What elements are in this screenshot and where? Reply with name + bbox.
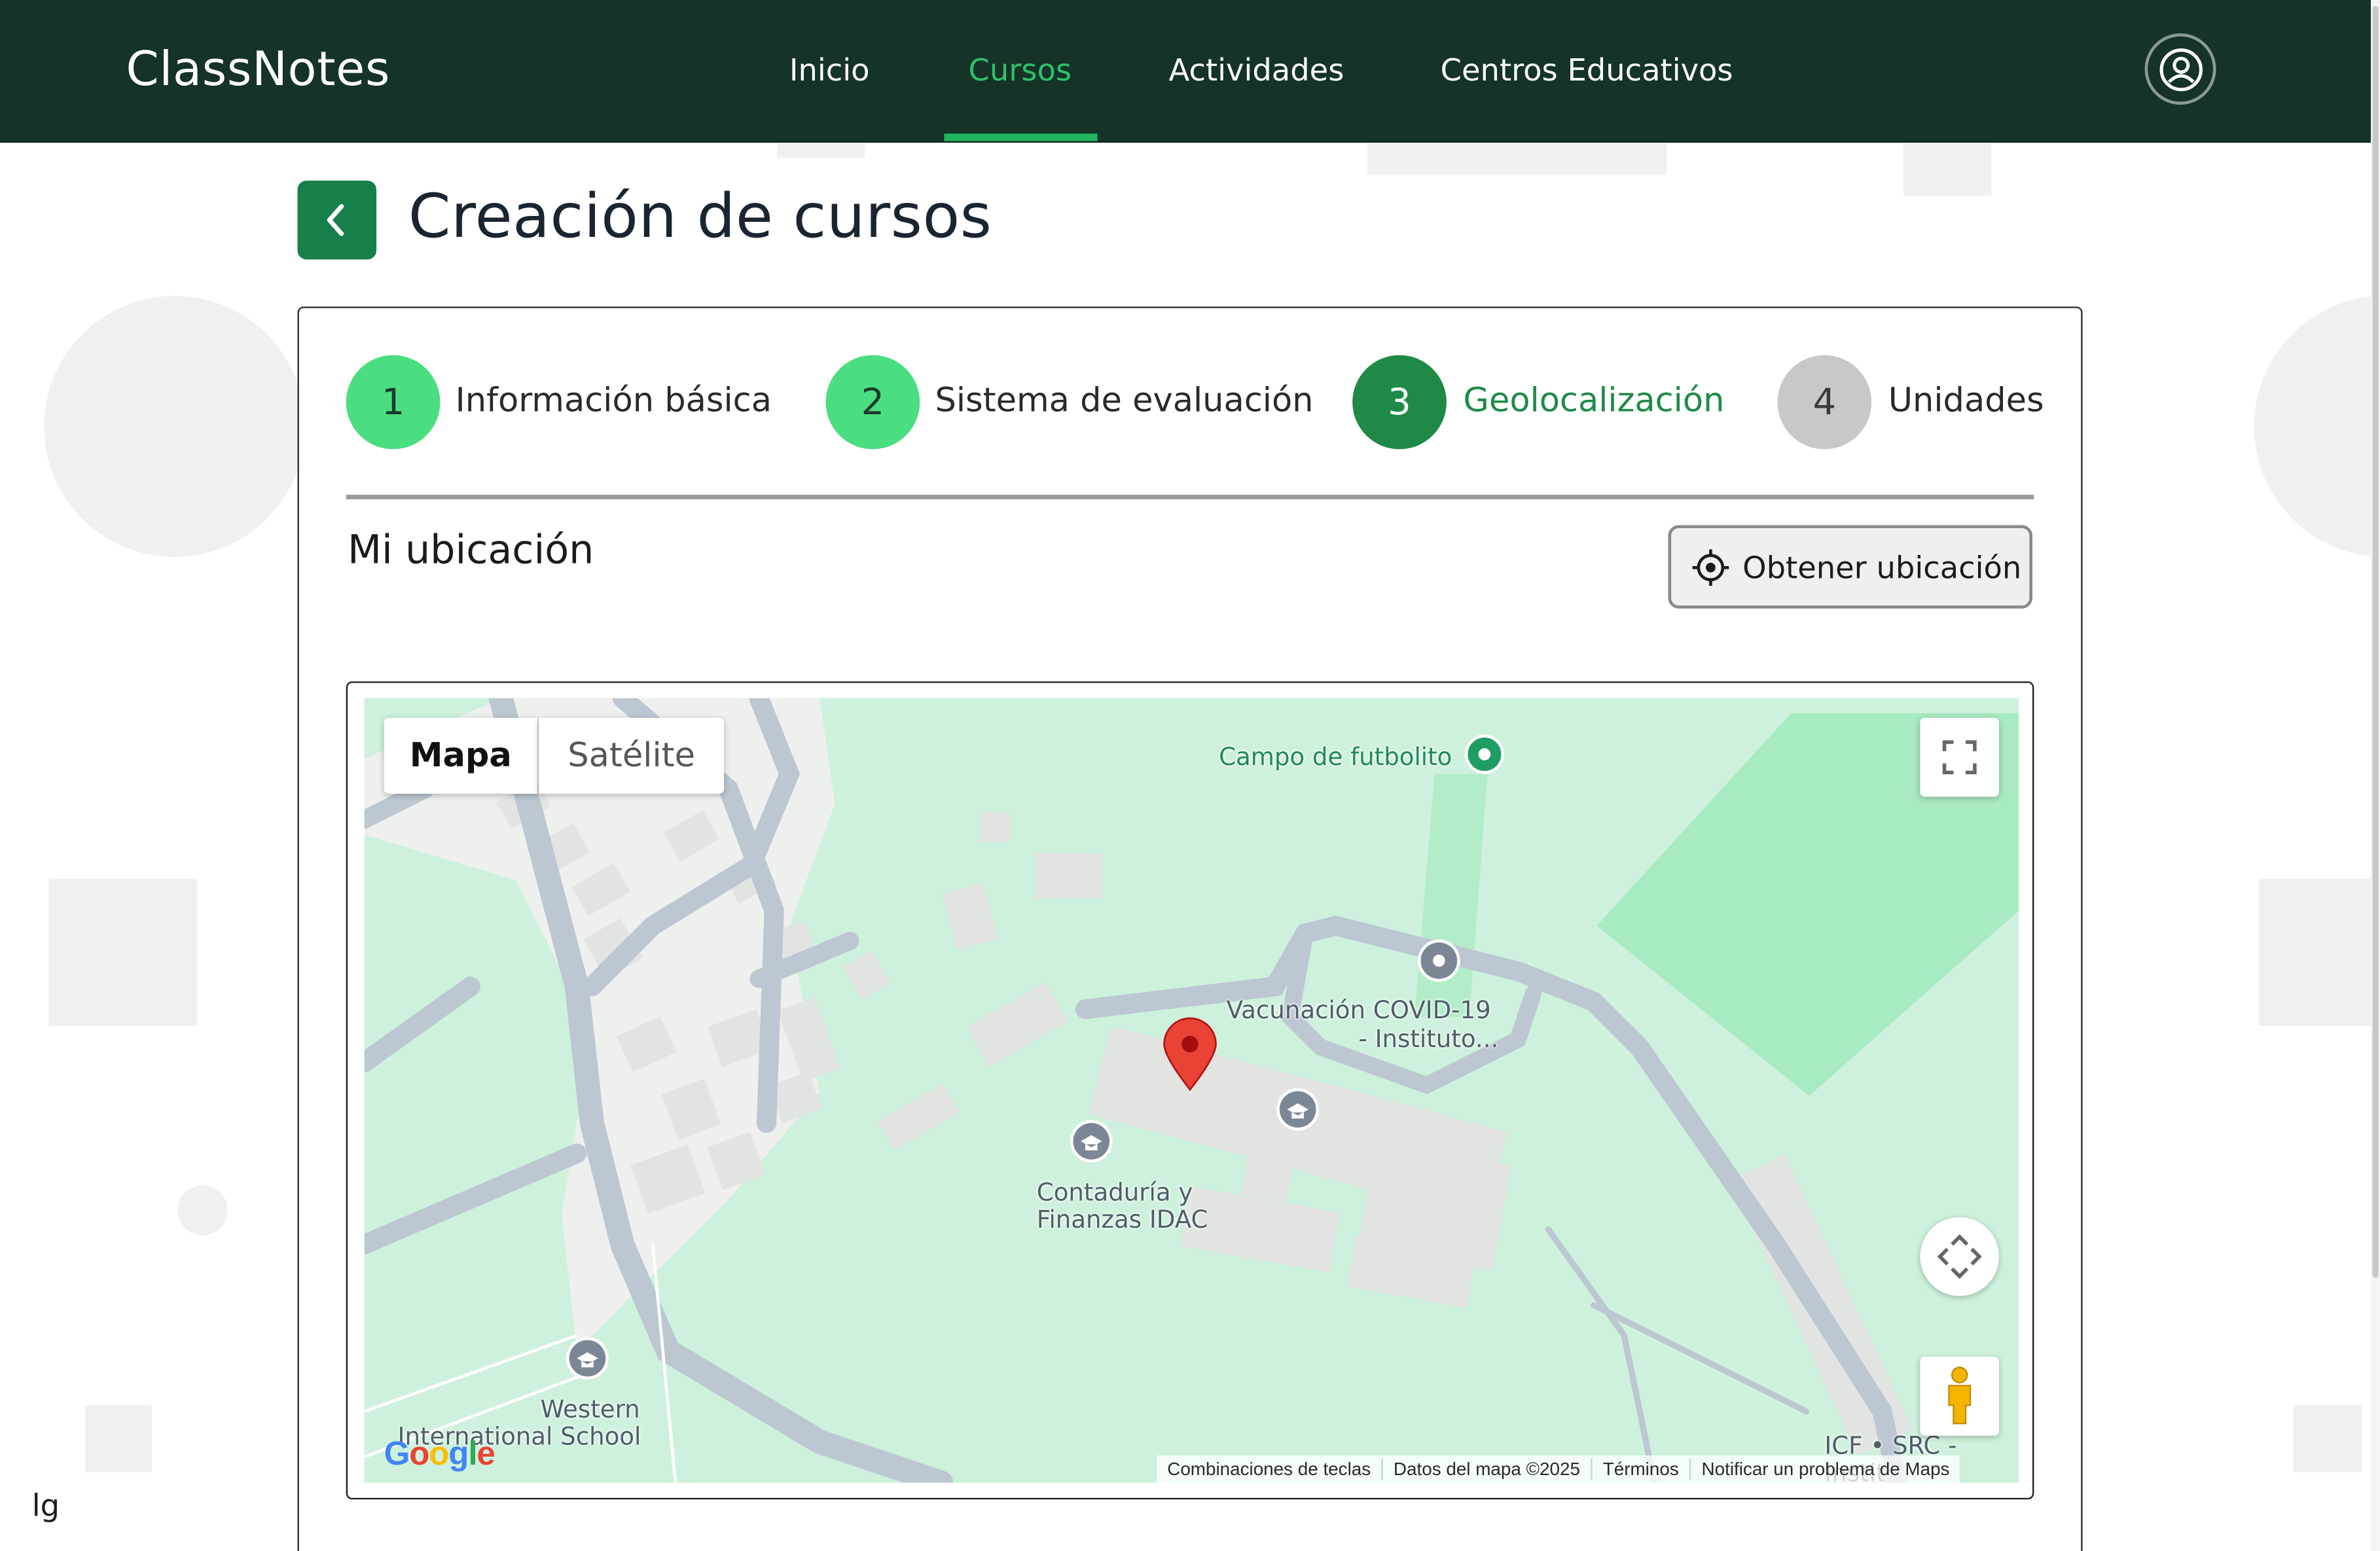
scrollbar-thumb[interactable] [2372,6,2379,1278]
user-circle-icon [2159,47,2202,91]
step-4-label[interactable]: Unidades [1888,382,2044,420]
google-map[interactable]: Mapa Satélite Campo de futbolito Vacunac… [364,698,2019,1483]
background-square [2293,1405,2362,1472]
get-location-button[interactable]: Obtener ubicación [1668,525,2033,609]
map-camera-control[interactable] [1920,1217,1999,1296]
map-container: Mapa Satélite Campo de futbolito Vacunac… [346,681,2034,1500]
background-square [84,1405,152,1472]
place-label-vacunacion[interactable]: Vacunación COVID-19 [1227,996,1491,1025]
step-2-circle[interactable]: 2 [825,355,920,450]
step-3-label[interactable]: Geolocalización [1463,382,1724,420]
nav-inicio[interactable]: Inicio [789,52,870,88]
google-logo: Google [384,1434,496,1472]
stepper-divider [346,494,2034,499]
footer-text: lg [31,1487,60,1524]
crosshair-icon [1692,548,1729,585]
top-navbar: ClassNotes Inicio Cursos Actividades Cen… [0,0,2371,143]
user-menu-button[interactable] [2144,33,2216,105]
background-circle [44,296,306,558]
map-data-text: Datos del mapa ©2025 [1383,1458,1593,1480]
campo-marker [1464,734,1505,774]
background-circle [2254,296,2380,558]
brand-logo[interactable]: ClassNotes [126,43,390,97]
nav-centros-educativos[interactable]: Centros Educativos [1441,52,1733,88]
get-location-label: Obtener ubicación [1742,548,2022,585]
street-view-pegman[interactable] [1920,1357,1999,1436]
background-square [2258,878,2380,1026]
chevron-left-icon [327,204,344,236]
nav-actividades[interactable]: Actividades [1169,52,1344,88]
terms-link[interactable]: Términos [1593,1458,1691,1480]
map-type-map-tab[interactable]: Mapa [384,717,537,794]
background-square [1903,141,1992,196]
nav-cursos[interactable]: Cursos [968,52,1072,88]
step-1-label[interactable]: Información básica [456,382,772,420]
keyboard-shortcuts-link[interactable]: Combinaciones de teclas [1157,1458,1383,1480]
background-circle [177,1185,228,1236]
place-label-contaduria[interactable]: Contaduría y [1037,1179,1193,1207]
place-label-vacunacion-2[interactable]: - Instituto... [1358,1025,1498,1054]
move-arrows-icon [1937,1234,1982,1279]
fullscreen-button[interactable] [1920,717,1999,797]
background-square [48,878,198,1026]
step-2-label[interactable]: Sistema de evaluación [935,382,1313,420]
back-button[interactable] [297,180,377,260]
place-label-contaduria-2[interactable]: Finanzas IDAC [1037,1205,1208,1234]
report-problem-link[interactable]: Notificar un problema de Maps [1691,1459,1960,1480]
map-attribution: Combinaciones de teclas Datos del mapa ©… [1157,1455,1960,1483]
section-title: Mi ubicación [348,528,594,574]
background-square [777,141,865,158]
place-label-campo[interactable]: Campo de futbolito [1219,743,1452,771]
pegman-icon [1948,1366,1972,1425]
fullscreen-icon [1942,740,1977,775]
map-canvas[interactable] [364,698,2019,1483]
page-title: Creación de cursos [408,182,992,252]
map-type-satellite-tab[interactable]: Satélite [539,717,725,794]
place-label-western[interactable]: Western [541,1395,640,1423]
step-1-circle[interactable]: 1 [346,355,441,450]
background-square [1367,141,1667,175]
step-4-circle[interactable]: 4 [1777,355,1872,450]
step-3-circle[interactable]: 3 [1352,355,1447,450]
nav-active-indicator [944,134,1098,141]
